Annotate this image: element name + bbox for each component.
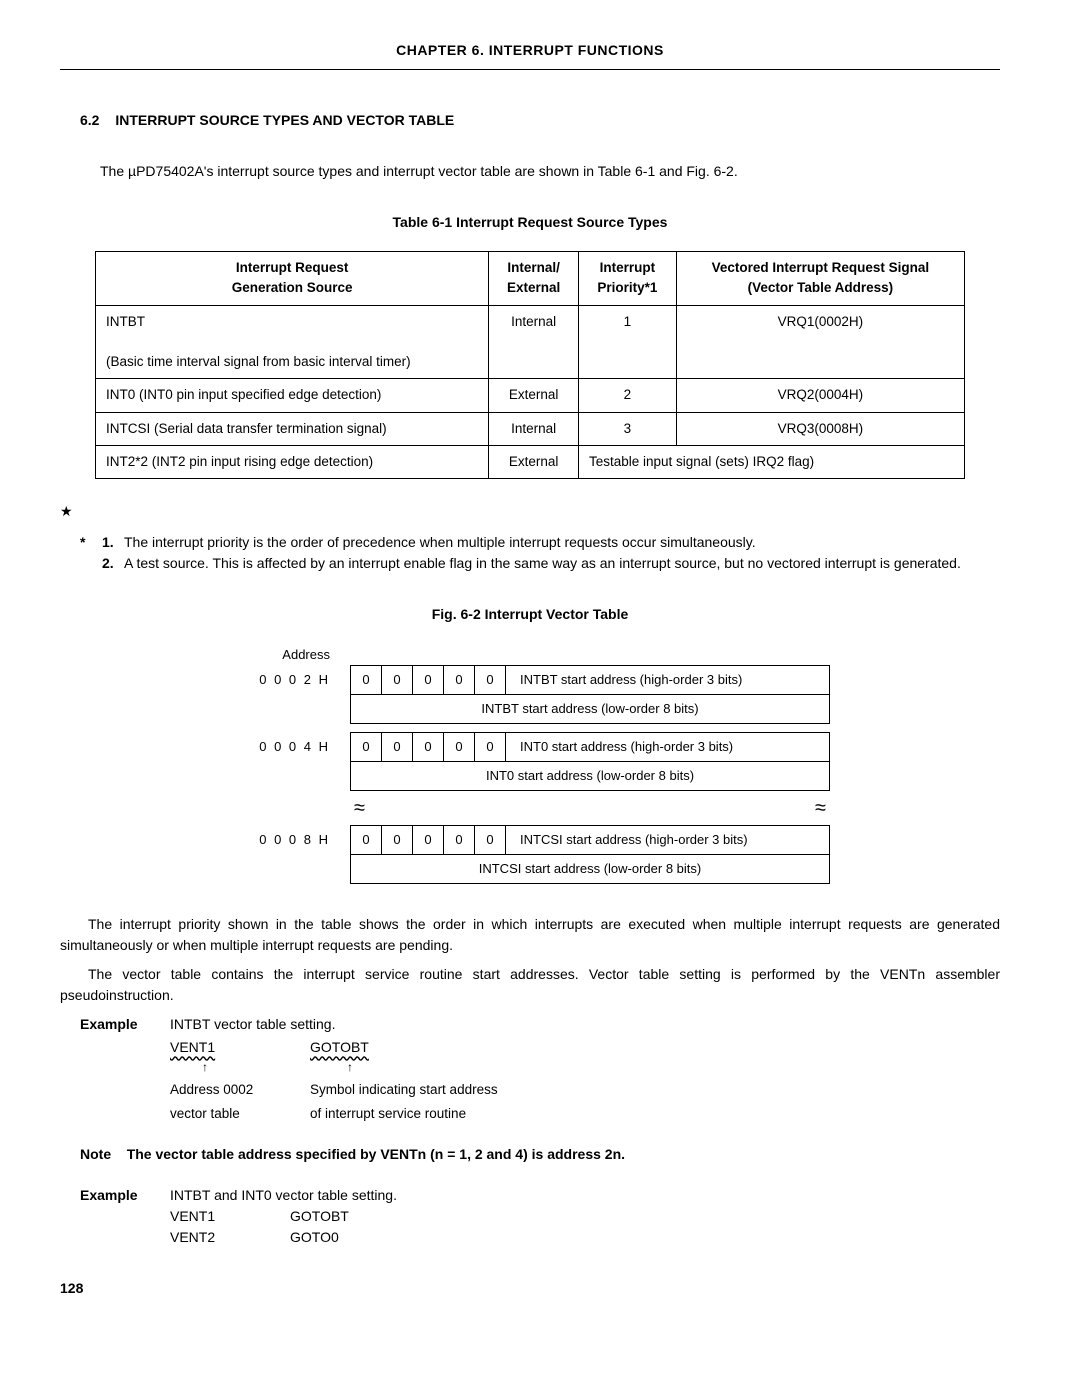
section-heading: 6.2 INTERRUPT SOURCE TYPES AND VECTOR TA…: [60, 110, 1000, 131]
table-row: INTCSI (Serial data transfer termination…: [96, 412, 965, 445]
address-label: Address: [230, 645, 350, 665]
body-paragraph: The interrupt priority shown in the tabl…: [60, 914, 1000, 956]
vt-bit: 0: [413, 666, 444, 694]
section-title: INTERRUPT SOURCE TYPES AND VECTOR TABLE: [115, 112, 454, 128]
vector-table-diagram: Address 0 0 0 2 H 0 0 0 0 0 INTBT start …: [230, 645, 830, 884]
table-row: INTBT (Basic time interval signal from b…: [96, 305, 965, 379]
footnote-text: The interrupt priority is the order of p…: [124, 532, 1000, 553]
th-internal-external: Internal/External: [489, 252, 579, 306]
intro-paragraph: The µPD75402A's interrupt source types a…: [60, 161, 1000, 182]
vt-bit: 0: [351, 666, 382, 694]
section-number: 6.2: [80, 110, 99, 131]
example-lead: INTBT and INT0 vector table setting.: [170, 1185, 1000, 1206]
footnote-number: 2.: [102, 553, 124, 574]
figure-title: Fig. 6-2 Interrupt Vector Table: [60, 604, 1000, 625]
vt-desc: INTCSI start address (low-order 8 bits): [350, 855, 830, 884]
body-paragraph: The vector table contains the interrupt …: [60, 964, 1000, 1006]
approx-icon: ≈: [350, 793, 369, 823]
note-line: Note The vector table address specified …: [80, 1144, 1000, 1165]
approx-icon: ≈: [811, 793, 830, 823]
chapter-header: CHAPTER 6. INTERRUPT FUNCTIONS: [60, 40, 1000, 70]
page-number: 128: [60, 1278, 1000, 1299]
vt-desc: INT0 start address (high-order 3 bits): [506, 733, 829, 761]
vt-address: 0 0 0 4 H: [230, 732, 350, 762]
example-block: Example INTBT and INT0 vector table sett…: [60, 1185, 1000, 1248]
th-priority: InterruptPriority*1: [578, 252, 676, 306]
wavy-underline: VENT1: [170, 1039, 215, 1055]
th-source: Interrupt RequestGeneration Source: [96, 252, 489, 306]
interrupt-request-table: Interrupt RequestGeneration Source Inter…: [95, 251, 965, 479]
wavy-underline: GOTOBT: [310, 1039, 369, 1055]
example-block: Example INTBT vector table setting. VENT…: [60, 1014, 1000, 1125]
footnotes: ★ * 1. The interrupt priority is the ord…: [60, 501, 1000, 574]
vt-desc: INT0 start address (low-order 8 bits): [350, 762, 830, 791]
vt-bit: 0: [475, 666, 506, 694]
asterisk-label: *: [80, 532, 102, 553]
table-row: INT2*2 (INT2 pin input rising edge detec…: [96, 445, 965, 478]
example-label: Example: [60, 1185, 170, 1206]
vt-address: 0 0 0 2 H: [230, 665, 350, 695]
example-lead: INTBT vector table setting.: [170, 1014, 1000, 1035]
vt-desc: INTBT start address (high-order 3 bits): [506, 666, 829, 694]
th-vector: Vectored Interrupt Request Signal(Vector…: [676, 252, 964, 306]
vt-desc: INTBT start address (low-order 8 bits): [350, 695, 830, 724]
example-label: Example: [60, 1014, 170, 1125]
vt-address: 0 0 0 8 H: [230, 825, 350, 855]
up-arrow-icon: ↑: [310, 1058, 390, 1076]
star-icon: ★: [60, 503, 73, 519]
table-row: INT0 (INT0 pin input specified edge dete…: [96, 379, 965, 412]
vt-bit: 0: [444, 666, 475, 694]
vt-bit: 0: [382, 666, 413, 694]
vt-desc: INTCSI start address (high-order 3 bits): [506, 826, 829, 854]
footnote-text: A test source. This is affected by an in…: [124, 553, 1000, 574]
footnote-number: 1.: [102, 532, 124, 553]
up-arrow-icon: ↑: [170, 1058, 240, 1076]
table-title: Table 6-1 Interrupt Request Source Types: [60, 212, 1000, 233]
